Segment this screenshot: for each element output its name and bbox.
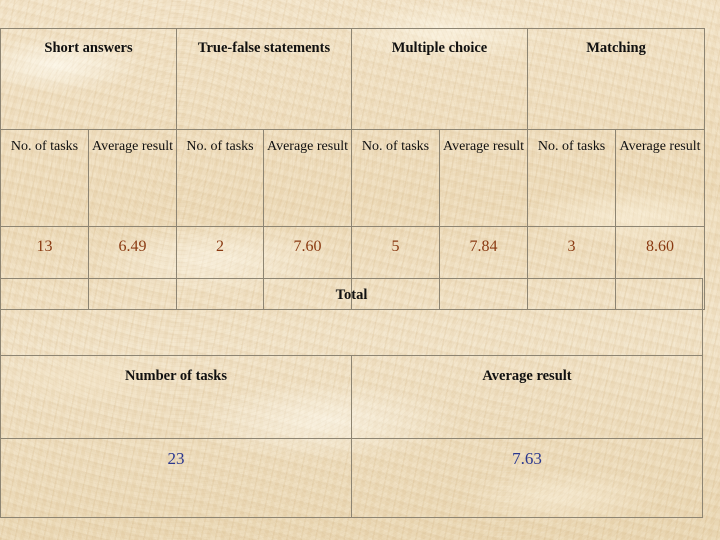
sub-header-cell: Average result <box>88 129 177 227</box>
total-value-average-result: 7.63 <box>350 438 704 518</box>
total-header-row: Number of tasks Average result <box>0 355 704 439</box>
sub-header-cell: No. of tasks <box>0 129 89 227</box>
sub-header-cell: No. of tasks <box>176 129 264 227</box>
total-value-row: 23 7.63 <box>0 438 704 518</box>
slide-content: Short answers True-false statements Mult… <box>0 0 720 540</box>
total-caption: Total <box>0 278 704 356</box>
total-value-number-of-tasks: 23 <box>0 438 352 518</box>
group-header-matching: Matching <box>527 28 706 130</box>
group-header-true-false: True-false statements <box>176 28 352 130</box>
detail-results-table: Short answers True-false statements Mult… <box>0 28 706 310</box>
group-header-short-answers: Short answers <box>0 28 177 130</box>
total-results-table: Total Number of tasks Average result 23 … <box>0 278 704 518</box>
sub-header-cell: Average result <box>263 129 352 227</box>
group-header-multiple-choice: Multiple choice <box>350 28 529 130</box>
sub-header-row: No. of tasks Average result No. of tasks… <box>0 129 706 227</box>
sub-header-cell: Average result <box>438 129 529 227</box>
group-header-row: Short answers True-false statements Mult… <box>0 28 706 130</box>
sub-header-cell: No. of tasks <box>527 129 617 227</box>
total-caption-row: Total <box>0 278 704 356</box>
sub-header-cell: Average result <box>615 129 706 227</box>
sub-header-cell: No. of tasks <box>351 129 440 227</box>
total-header-number-of-tasks: Number of tasks <box>0 355 352 439</box>
total-header-average-result: Average result <box>350 355 704 439</box>
